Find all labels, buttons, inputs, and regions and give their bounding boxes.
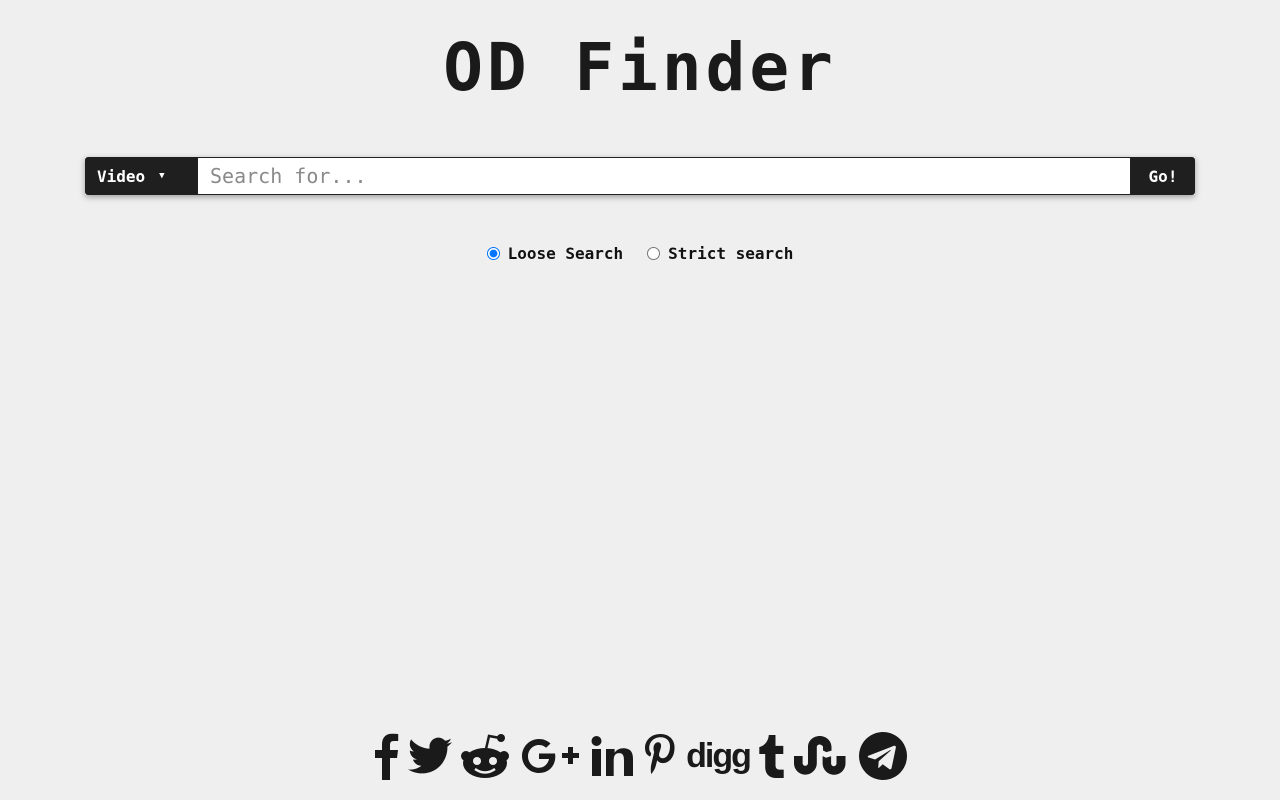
search-type-dropdown[interactable]: Video ▼ xyxy=(85,157,197,195)
google-plus-icon[interactable] xyxy=(518,728,582,784)
strict-search-radio[interactable] xyxy=(647,247,661,260)
strict-search-option[interactable]: Strict search xyxy=(647,244,793,263)
facebook-icon[interactable] xyxy=(372,728,400,784)
loose-search-label: Loose Search xyxy=(507,244,624,263)
caret-down-icon: ▼ xyxy=(159,171,165,181)
stumbleupon-icon[interactable] xyxy=(793,728,850,784)
digg-label: digg xyxy=(686,736,752,775)
search-mode-options: Loose Search Strict search xyxy=(0,244,1280,263)
loose-search-radio[interactable] xyxy=(486,247,500,260)
go-button[interactable]: Go! xyxy=(1131,157,1195,195)
twitter-icon[interactable] xyxy=(408,728,453,784)
digg-icon[interactable]: digg xyxy=(686,728,752,784)
loose-search-option[interactable]: Loose Search xyxy=(486,244,624,263)
search-bar: Video ▼ Go! xyxy=(85,157,1195,195)
page-title: OD Finder xyxy=(443,29,837,106)
search-input[interactable] xyxy=(197,157,1131,195)
page: OD Finder Video ▼ Go! Loose Search Stric… xyxy=(0,0,1280,800)
search-type-label: Video xyxy=(97,166,146,186)
reddit-icon[interactable] xyxy=(460,728,510,784)
strict-search-label: Strict search xyxy=(668,244,794,263)
tumblr-icon[interactable] xyxy=(758,728,786,784)
telegram-icon[interactable] xyxy=(858,728,908,784)
linkedin-icon[interactable] xyxy=(590,728,634,784)
share-bar: digg xyxy=(0,728,1280,784)
pinterest-icon[interactable] xyxy=(642,728,678,784)
